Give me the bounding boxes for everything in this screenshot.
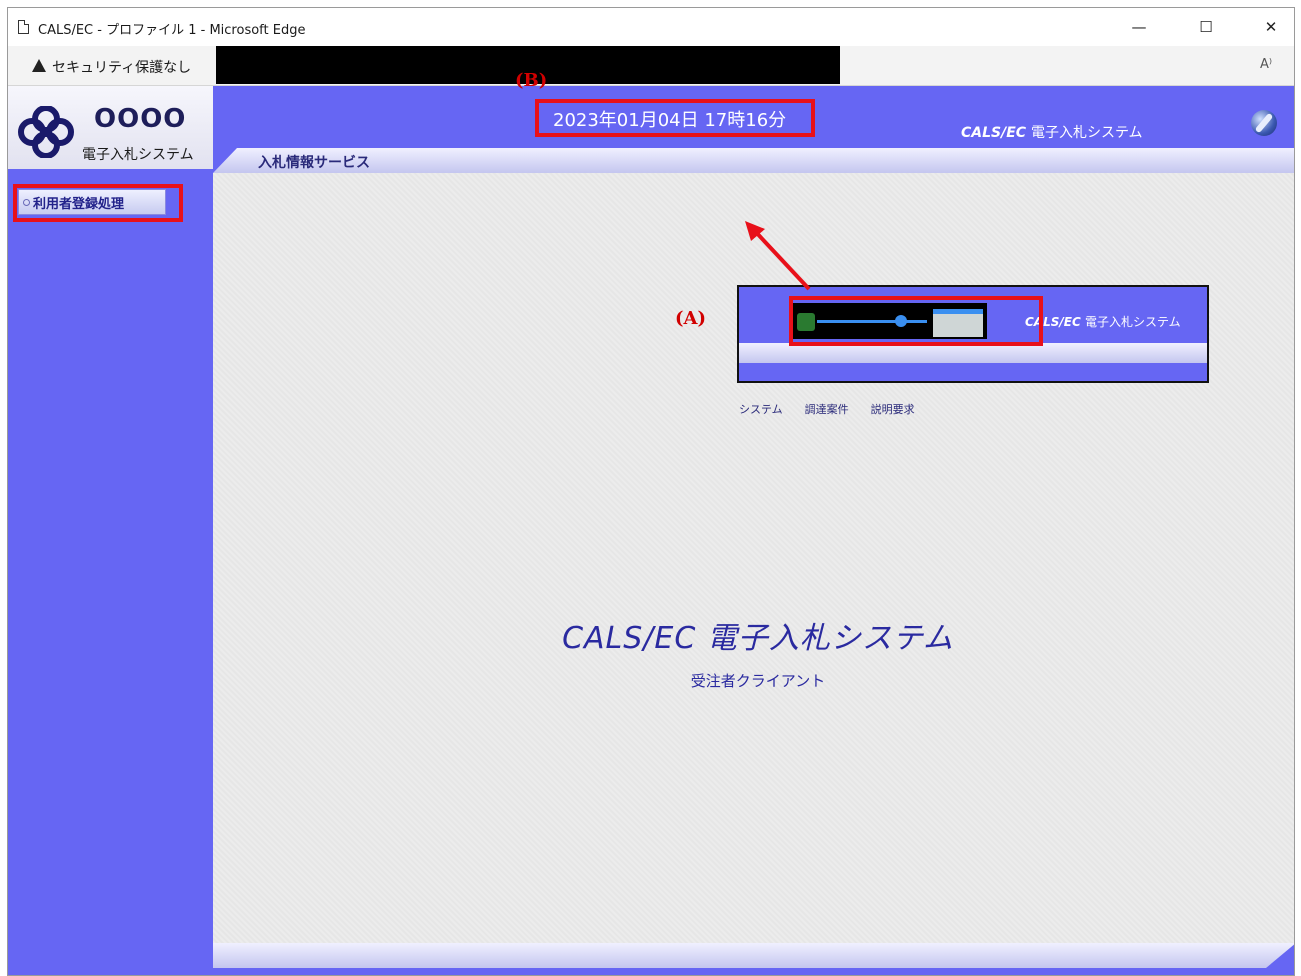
organization-name: OOOO: [94, 104, 187, 134]
brand-light: 電子入札システム: [1030, 125, 1143, 141]
tab-notch: [213, 148, 237, 173]
annotation-mark-a: (A): [675, 308, 706, 329]
main-content: CALS/EC 電子入札システム 受注者クライアント システム 調達案件 説明要…: [213, 173, 1294, 943]
annotation-callout-panel: システム 調達案件 説明要求 CALS/EC 電子入札システム: [737, 285, 1209, 416]
brand-bold: CALS/EC: [961, 125, 1027, 141]
callout-brand: CALS/EC 電子入札システム: [1025, 313, 1181, 330]
main-title: CALS/EC 電子入札システム: [562, 621, 954, 656]
annotation-mark-b: (B): [515, 70, 548, 91]
main-subtitle: 受注者クライアント: [690, 672, 826, 690]
annotation-datetime-box: [535, 99, 815, 137]
annotation-highlight-box: [13, 184, 183, 222]
annotation-arrow-icon: [745, 221, 811, 291]
warning-icon: [32, 59, 46, 72]
title-bar: CALS/EC - プロファイル 1 - Microsoft Edge — ☐ …: [8, 8, 1294, 46]
sidebar: OOOO 電子入札システム 利用者登録処理: [8, 86, 213, 975]
window-title: CALS/EC - プロファイル 1 - Microsoft Edge: [38, 23, 306, 38]
read-aloud-icon[interactable]: A⁾: [1260, 57, 1272, 72]
security-status[interactable]: セキュリティ保護なし: [52, 57, 191, 77]
annotation-indicator-box: [789, 296, 1043, 346]
brand-title: CALS/EC 電子入札システム: [961, 122, 1143, 142]
callout-menu-text: システム 調達案件 説明要求: [739, 403, 915, 416]
footer-bar: [213, 943, 1294, 975]
system-name: 電子入札システム: [82, 147, 194, 163]
close-button[interactable]: ✕: [1248, 8, 1294, 46]
footer-notch: [1266, 943, 1294, 968]
app-frame: OOOO 電子入札システム 利用者登録処理 ① 2023年01月04日 17時1…: [8, 70, 1294, 975]
tab-bid-info-service[interactable]: 入札情報サービス: [258, 152, 370, 172]
page-icon: [18, 20, 29, 34]
footer-strip: [213, 943, 1294, 968]
logo-area: OOOO 電子入札システム: [8, 86, 213, 169]
address-bar: セキュリティ保護なし A⁾: [8, 46, 1294, 86]
minimize-button[interactable]: —: [1116, 8, 1162, 46]
callout-menu-strip: システム 調達案件 説明要求: [739, 343, 1207, 416]
maximize-button[interactable]: ☐: [1183, 8, 1229, 46]
browser-window: CALS/EC - プロファイル 1 - Microsoft Edge — ☐ …: [7, 7, 1295, 976]
logo-icon: [18, 106, 74, 158]
callout-brand-light: 電子入札システム: [1084, 315, 1181, 329]
service-tab-bar: 入札情報サービス: [213, 148, 1294, 173]
globe-icon: [1251, 110, 1277, 136]
